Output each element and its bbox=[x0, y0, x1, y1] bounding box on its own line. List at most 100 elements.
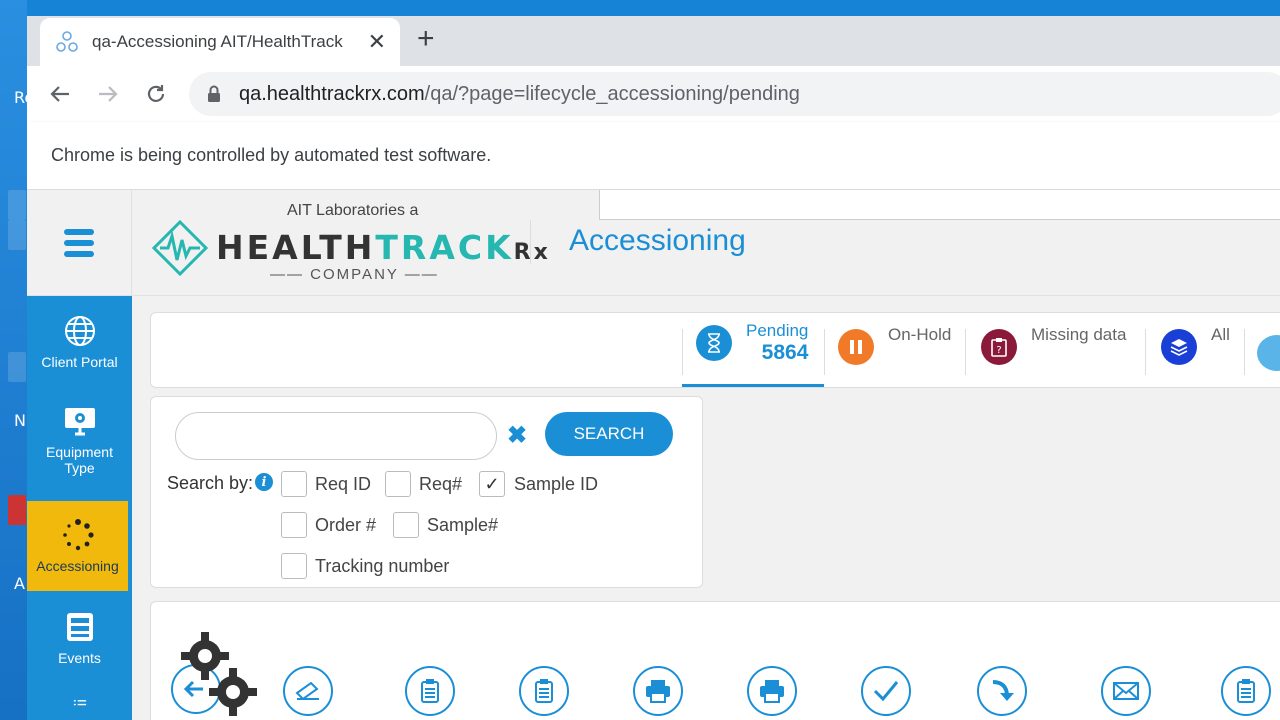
globe-icon bbox=[64, 316, 95, 346]
sidebar-item-label: Accessioning bbox=[36, 558, 119, 574]
search-panel: ✖ SEARCH Search by: i Req ID Req# ✓ Samp… bbox=[150, 396, 703, 588]
new-tab-button[interactable]: + bbox=[417, 24, 435, 54]
sidebar-item-events[interactable]: Events bbox=[27, 610, 132, 690]
actions-panel bbox=[150, 601, 1280, 720]
logo-top-text: AIT Laboratories a bbox=[287, 202, 418, 220]
lock-icon bbox=[207, 85, 223, 103]
sample-id-checkbox[interactable]: ✓ bbox=[479, 471, 505, 497]
header-divider bbox=[530, 220, 531, 264]
desktop-icon[interactable] bbox=[8, 220, 26, 250]
tab-all[interactable]: All bbox=[1161, 323, 1230, 383]
logo-main-2: TRACK bbox=[375, 228, 514, 267]
desktop-icon[interactable] bbox=[8, 352, 26, 382]
tab-label: Pending bbox=[746, 321, 809, 340]
clipboard-icon[interactable] bbox=[1221, 666, 1271, 716]
sidebar-item-label: Equipment Type bbox=[46, 444, 113, 476]
sidebar-item-accessioning[interactable]: Accessioning bbox=[27, 501, 128, 591]
top-dropdown-panel bbox=[599, 190, 1280, 220]
sidebar-item-label: Events bbox=[58, 650, 101, 666]
order-number-checkbox[interactable] bbox=[281, 512, 307, 538]
hourglass-icon bbox=[696, 325, 732, 361]
menu-toggle-button[interactable] bbox=[27, 190, 132, 296]
clipboard-question-icon: ? bbox=[981, 329, 1017, 365]
server-icon bbox=[66, 613, 93, 641]
clipboard-icon[interactable] bbox=[519, 666, 569, 716]
sample-id-label: Sample ID bbox=[514, 474, 599, 494]
tab-divider bbox=[682, 329, 683, 375]
page-title: Accessioning bbox=[569, 224, 746, 257]
reload-icon[interactable] bbox=[141, 79, 171, 109]
envelope-icon[interactable] bbox=[1101, 666, 1151, 716]
tab-missing-data[interactable]: ? Missing data bbox=[981, 323, 1126, 383]
desktop-icon[interactable] bbox=[8, 190, 26, 220]
logo-bottom: COMPANY bbox=[310, 266, 399, 283]
tracking-number-label: Tracking number bbox=[315, 556, 450, 576]
req-id-label: Req ID bbox=[315, 474, 372, 494]
search-tab-icon[interactable] bbox=[1257, 335, 1280, 371]
gears-loading-icon bbox=[181, 632, 257, 716]
clear-search-icon[interactable]: ✖ bbox=[507, 421, 527, 450]
tab-divider bbox=[1244, 329, 1245, 375]
tab-divider bbox=[965, 329, 966, 375]
tab-strip: qa-Accessioning AIT/HealthTrack ✕ + bbox=[27, 16, 1280, 66]
clipboard-icon[interactable] bbox=[405, 666, 455, 716]
checkmark-action-icon[interactable] bbox=[861, 666, 911, 716]
printer-icon[interactable] bbox=[633, 666, 683, 716]
sidebar-item-client-portal[interactable]: Client Portal bbox=[27, 314, 132, 394]
close-icon[interactable]: ✕ bbox=[368, 31, 386, 53]
sample-number-label: Sample# bbox=[427, 515, 499, 535]
logo-top: AIT Laboratories a bbox=[287, 202, 419, 219]
desktop-icon-label: A bbox=[14, 574, 25, 593]
molecule-icon bbox=[54, 29, 80, 55]
company-logo: AIT Laboratories a HEALTHTRACKRx —— COMP… bbox=[152, 198, 548, 290]
back-icon[interactable] bbox=[45, 79, 75, 109]
automation-infobar: Chrome is being controlled by automated … bbox=[27, 122, 1280, 190]
app-header: AIT Laboratories a HEALTHTRACKRx —— COMP… bbox=[27, 190, 1280, 296]
download-arrow-icon[interactable] bbox=[977, 666, 1027, 716]
scanner-icon[interactable] bbox=[283, 666, 333, 716]
hamburger-icon bbox=[64, 229, 94, 257]
search-button[interactable]: SEARCH bbox=[545, 412, 673, 456]
tab-divider bbox=[824, 329, 825, 375]
desktop-icon-label: N bbox=[14, 411, 26, 430]
monitor-gear-icon bbox=[64, 408, 95, 436]
tab-pending[interactable]: Pending 5864 bbox=[696, 319, 808, 379]
logo-main-1: HEALTH bbox=[216, 228, 376, 267]
browser-tab[interactable]: qa-Accessioning AIT/HealthTrack ✕ bbox=[40, 18, 400, 66]
active-tab-indicator bbox=[682, 384, 824, 387]
address-bar[interactable]: qa.healthtrackrx.com/qa/?page=lifecycle_… bbox=[189, 72, 1280, 116]
spinner-icon bbox=[62, 519, 94, 551]
req-id-checkbox[interactable] bbox=[281, 471, 307, 497]
browser-window: qa-Accessioning AIT/HealthTrack ✕ + qa.h… bbox=[27, 16, 1280, 720]
sidebar: Client Portal Equipment Type Accessionin… bbox=[27, 296, 132, 720]
sidebar-item-label: Client Portal bbox=[41, 354, 118, 370]
req-number-label: Req# bbox=[419, 474, 463, 494]
search-by-label: Search by: bbox=[167, 473, 254, 493]
browser-toolbar: qa.healthtrackrx.com/qa/?page=lifecycle_… bbox=[27, 66, 1280, 122]
layers-icon bbox=[1161, 329, 1197, 365]
url-text: qa.healthtrackrx.com/qa/?page=lifecycle_… bbox=[239, 83, 800, 106]
sidebar-item-equipment-type[interactable]: Equipment Type bbox=[27, 404, 132, 494]
search-input[interactable] bbox=[175, 412, 497, 460]
tab-on-hold[interactable]: On-Hold bbox=[838, 323, 951, 383]
list-icon bbox=[73, 700, 86, 706]
info-icon[interactable]: i bbox=[255, 473, 273, 491]
req-number-checkbox[interactable] bbox=[385, 471, 411, 497]
forward-icon[interactable] bbox=[93, 79, 123, 109]
logo-mark-icon bbox=[152, 220, 208, 276]
logo-wordmark: HEALTHTRACKRx bbox=[216, 228, 551, 267]
desktop-icon[interactable] bbox=[8, 495, 26, 525]
sample-number-checkbox[interactable] bbox=[393, 512, 419, 538]
svg-text:?: ? bbox=[996, 345, 1001, 356]
pending-count: 5864 bbox=[761, 341, 809, 364]
url-path: /qa/?page=lifecycle_accessioning/pending bbox=[424, 82, 800, 105]
url-host: qa.healthtrackrx.com bbox=[239, 82, 425, 105]
sidebar-item-list[interactable] bbox=[27, 698, 132, 720]
checkmark-icon: ✓ bbox=[484, 473, 500, 494]
tracking-number-checkbox[interactable] bbox=[281, 553, 307, 579]
pause-icon bbox=[838, 329, 874, 365]
tab-label: Missing data bbox=[1031, 325, 1127, 344]
tab-label: On-Hold bbox=[888, 325, 952, 344]
printer-icon[interactable] bbox=[747, 666, 797, 716]
order-number-label: Order # bbox=[315, 515, 377, 535]
